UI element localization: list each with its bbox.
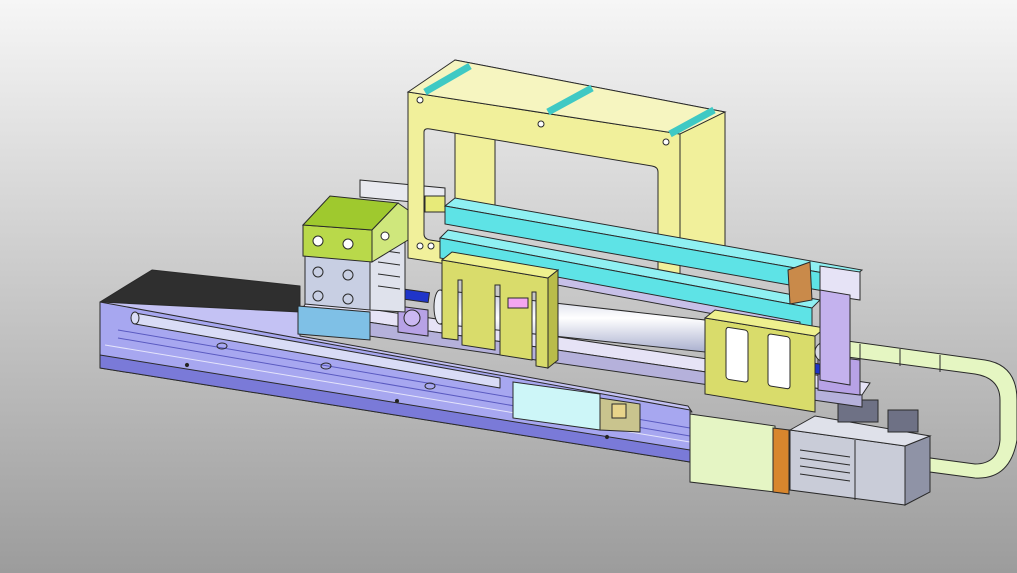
copper-strip xyxy=(772,427,790,495)
bracket-right[interactable] xyxy=(703,309,827,413)
air-cylinder[interactable] xyxy=(301,195,409,313)
cylinder-base-plate xyxy=(297,305,371,341)
cad-model-canvas[interactable] xyxy=(0,0,1017,573)
sensor-tag xyxy=(507,297,529,309)
cad-3d-viewport[interactable] xyxy=(0,0,1017,573)
gear-reducer-box[interactable] xyxy=(689,413,790,495)
